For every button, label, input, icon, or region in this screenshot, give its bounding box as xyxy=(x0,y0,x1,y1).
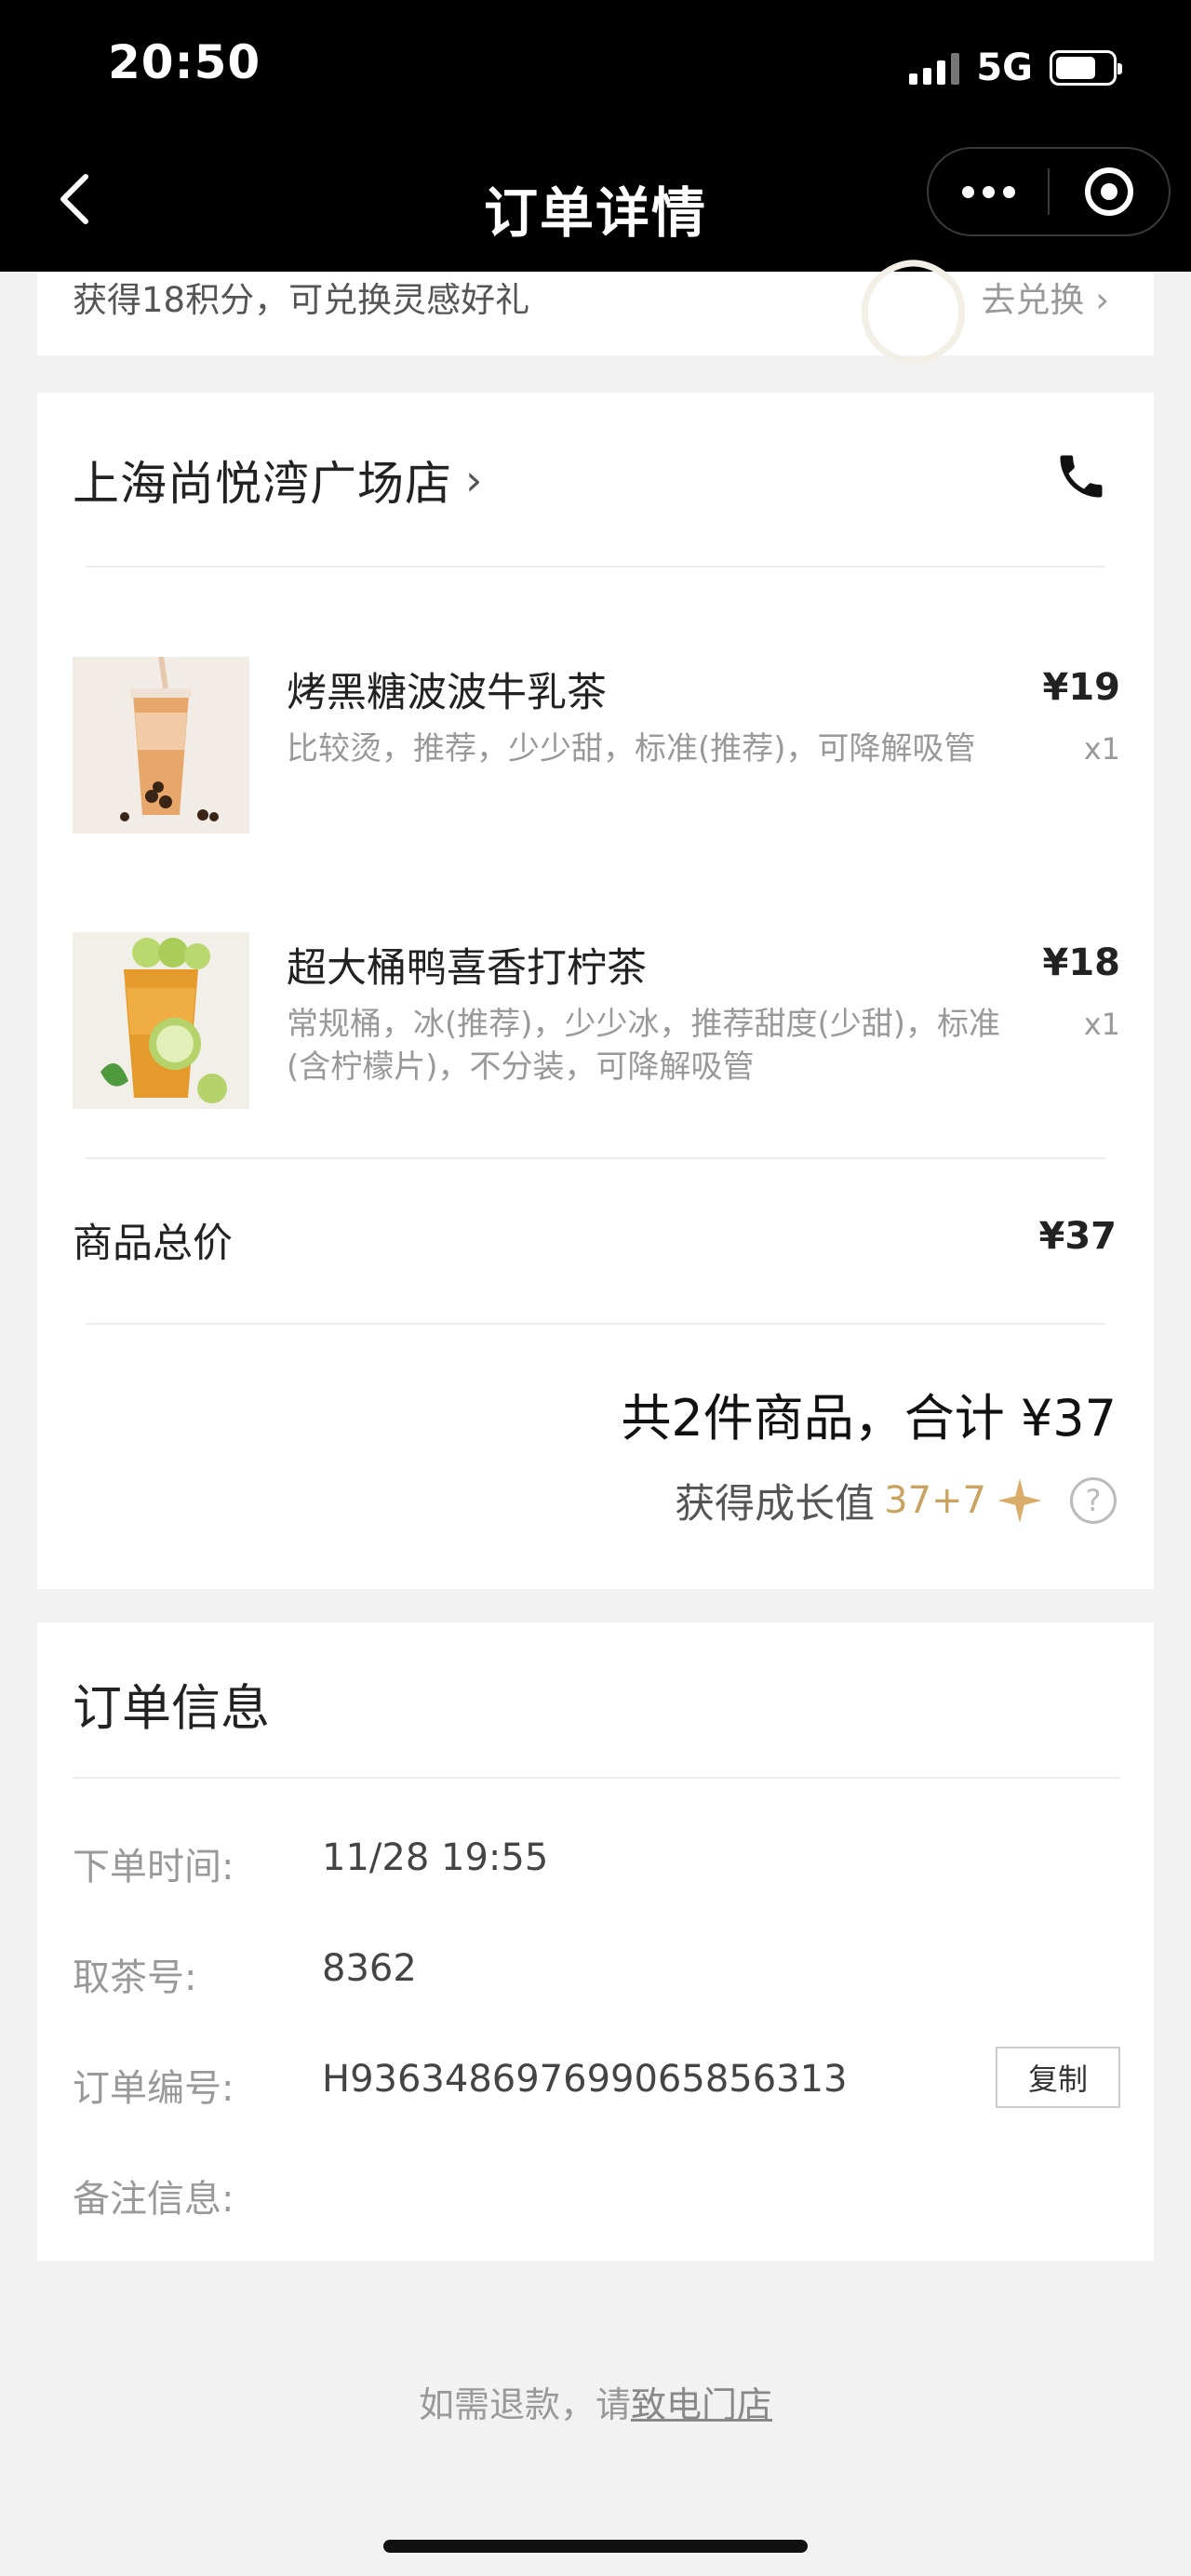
more-options-icon[interactable] xyxy=(929,185,1048,198)
product-price: ¥19 xyxy=(1042,666,1121,709)
store-name: 上海尚悦湾广场店 xyxy=(73,457,452,511)
growth-label: 获得成长值 xyxy=(675,1481,876,1528)
pickup-number-row: 取茶号: 8362 xyxy=(73,1947,1120,2003)
product-name: 超大桶鸭喜香打柠茶 xyxy=(287,945,647,992)
home-indicator xyxy=(383,2540,808,2553)
refund-note: 如需退款，请致电门店 xyxy=(0,2376,1191,2427)
product-quantity: x1 xyxy=(1083,1007,1120,1042)
growth-value: 37+7 xyxy=(884,1479,986,1522)
order-info-card: 订单信息 下单时间: 11/28 19:55 取茶号: 8362 订单编号: H… xyxy=(37,1622,1154,2261)
divider xyxy=(73,1777,1120,1779)
call-store-link[interactable]: 致电门店 xyxy=(631,2384,772,2425)
network-label: 5G xyxy=(976,47,1033,89)
product-quantity: x1 xyxy=(1083,731,1120,767)
signal-icon xyxy=(909,51,960,85)
battery-icon xyxy=(1050,50,1122,86)
chevron-right-icon: › xyxy=(465,455,483,505)
info-value: 8362 xyxy=(322,1947,417,1990)
info-value: 11/28 19:55 xyxy=(322,1836,549,1879)
redeem-link[interactable]: 去兑换 › xyxy=(981,272,1109,322)
refund-prefix: 如需退款，请 xyxy=(418,2384,631,2425)
remark-row: 备注信息: xyxy=(73,2169,1120,2224)
phone-icon[interactable] xyxy=(1053,448,1109,504)
status-indicators: 5G xyxy=(909,47,1122,89)
copy-button[interactable]: 复制 xyxy=(996,2047,1120,2108)
points-card: 获得18积分，可兑换灵感好礼 ◯ 去兑换 › xyxy=(37,244,1154,363)
store-link[interactable]: 上海尚悦湾广场店 › xyxy=(73,447,482,514)
product-image xyxy=(73,932,249,1109)
product-spec: 比较烫，推荐，少少甜，标准(推荐)，可降解吸管 xyxy=(287,730,976,767)
order-number-row: 订单编号: H936348697699065856313 复制 xyxy=(73,2047,1120,2114)
order-total: 共2件商品，合计 ¥37 xyxy=(621,1389,1117,1448)
order-card: 上海尚悦湾广场店 › 烤黑糖波波牛乳茶 比较烫，推荐，少少甜，标准(推荐)，可降… xyxy=(37,393,1154,1589)
sparkle-icon xyxy=(997,1478,1042,1523)
info-label: 取茶号: xyxy=(73,1956,197,1999)
info-value: H936348697699065856313 xyxy=(322,2058,848,2101)
info-label: 订单编号: xyxy=(73,2067,234,2110)
info-label: 备注信息: xyxy=(73,2178,234,2221)
product-image xyxy=(73,657,249,834)
list-item[interactable]: 超大桶鸭喜香打柠茶 常规桶，冰(推荐)，少少冰，推荐甜度(少甜)，标准(含柠檬片… xyxy=(73,932,1120,1109)
subtotal-value: ¥37 xyxy=(1038,1215,1117,1258)
decorative-logo-icon: ◯ xyxy=(856,244,971,363)
growth-points: 获得成长值 37+7 ? xyxy=(675,1472,1117,1529)
info-label: 下单时间: xyxy=(73,1846,234,1889)
miniprogram-capsule xyxy=(927,147,1171,236)
subtotal-label: 商品总价 xyxy=(73,1221,233,1267)
order-time-row: 下单时间: 11/28 19:55 xyxy=(73,1836,1120,1892)
divider xyxy=(86,1157,1105,1159)
top-bar: 20:50 5G 订单详情 xyxy=(0,0,1191,272)
section-title: 订单信息 xyxy=(73,1680,270,1737)
points-text: 获得18积分，可兑换灵感好礼 xyxy=(73,280,530,320)
product-price: ¥18 xyxy=(1042,941,1121,984)
status-time: 20:50 xyxy=(108,35,261,89)
divider xyxy=(86,1323,1105,1325)
divider xyxy=(86,566,1105,567)
list-item[interactable]: 烤黑糖波波牛乳茶 比较烫，推荐，少少甜，标准(推荐)，可降解吸管 ¥19 x1 xyxy=(73,657,1120,834)
help-icon[interactable]: ? xyxy=(1070,1477,1117,1524)
product-spec: 常规桶，冰(推荐)，少少冰，推荐甜度(少甜)，标准(含柠檬片)，不分装，可降解吸… xyxy=(287,1006,1001,1086)
product-name: 烤黑糖波波牛乳茶 xyxy=(287,670,607,716)
close-miniprogram-icon[interactable] xyxy=(1050,167,1169,216)
